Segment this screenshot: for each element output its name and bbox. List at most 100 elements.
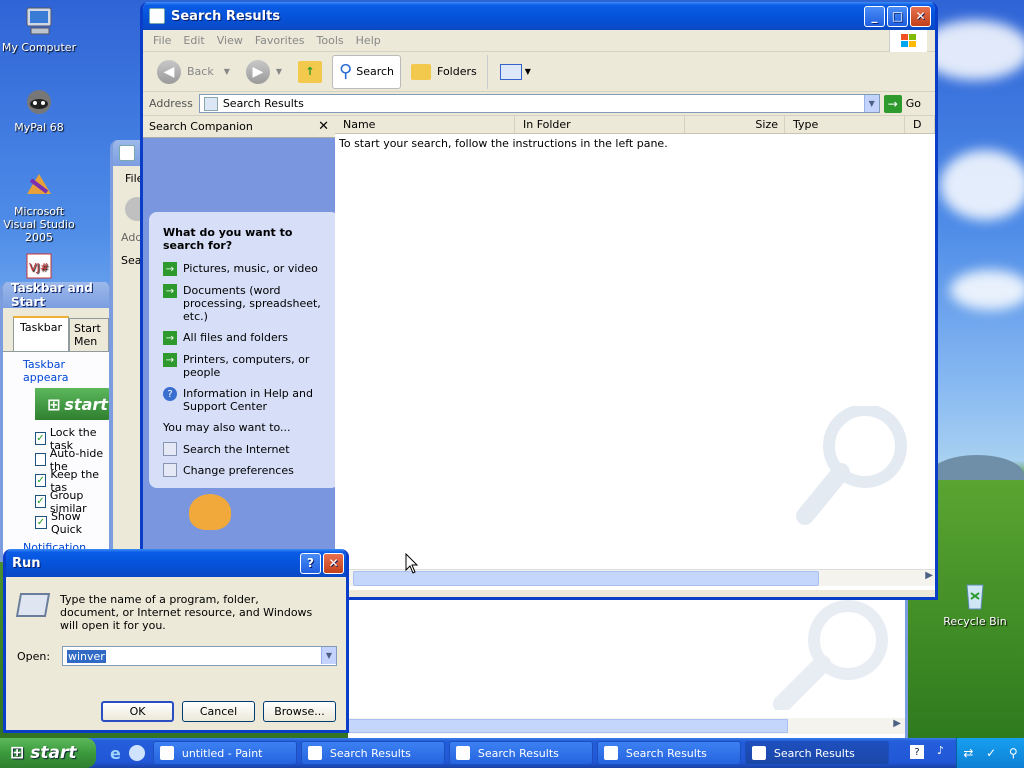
forward-button[interactable]: ▶ ▼ bbox=[240, 55, 288, 89]
open-input-value[interactable]: winver bbox=[67, 649, 106, 663]
menu-edit[interactable]: Edit bbox=[183, 34, 204, 47]
desktop-icon-label: MyPal 68 bbox=[14, 121, 64, 134]
go-arrow-icon: → bbox=[883, 94, 902, 113]
start-button[interactable]: ⊞ start bbox=[0, 738, 96, 768]
search-results-titlebar[interactable]: Search Results _ □ ✕ bbox=[143, 2, 935, 30]
tray-search-icon[interactable]: ⚲ bbox=[1009, 746, 1018, 760]
checkbox-row[interactable]: ✓ Show Quick bbox=[35, 510, 109, 536]
taskbar-item[interactable]: Search Results bbox=[744, 741, 889, 765]
back-button[interactable]: ◀ Back ▼ bbox=[151, 55, 236, 89]
desktop-icon-visual-studio[interactable]: Microsoft Visual Studio 2005 bbox=[0, 168, 78, 244]
taskbar-item-label: Search Results bbox=[773, 746, 855, 760]
scrollbar-thumb[interactable] bbox=[348, 719, 788, 733]
menu-help[interactable]: Help bbox=[356, 34, 381, 47]
search-results-window[interactable]: Search Results _ □ ✕ File Edit View Favo… bbox=[140, 2, 938, 600]
search-button[interactable]: ⚲ Search bbox=[332, 54, 402, 89]
taskbar-item[interactable]: Search Results bbox=[448, 741, 593, 765]
tab-taskbar[interactable]: Taskbar bbox=[13, 316, 69, 351]
magnifier-icon: ⚲ bbox=[339, 61, 353, 82]
checkbox-checked[interactable]: ✓ bbox=[35, 516, 47, 529]
tray-network-icon[interactable]: ⇄ bbox=[963, 746, 973, 760]
search-option-link[interactable]: → Printers, computers, or people bbox=[163, 353, 331, 379]
mypal-icon bbox=[22, 84, 56, 118]
scrollbar-thumb[interactable] bbox=[353, 571, 819, 586]
taskbar-properties-window[interactable]: Taskbar and Start Taskbar Start Men Task… bbox=[0, 282, 112, 562]
folders-label: Folders bbox=[437, 65, 477, 78]
taskbar-item[interactable]: Search Results bbox=[300, 741, 445, 765]
search-option-link[interactable]: → All files and folders bbox=[163, 331, 331, 345]
go-button[interactable]: → Go bbox=[883, 94, 921, 113]
search-option-label: Information in Help and Support Center bbox=[183, 387, 313, 413]
scroll-right-icon[interactable]: ▶ bbox=[925, 570, 933, 581]
chevron-down-icon[interactable]: ▼ bbox=[863, 95, 879, 112]
taskbar-item[interactable]: untitled - Paint bbox=[152, 741, 297, 765]
search-option-link[interactable]: → Documents (word processing, spreadsheet… bbox=[163, 284, 331, 323]
taskbar-item-label: Search Results bbox=[625, 746, 707, 760]
scroll-right-icon[interactable]: ▶ bbox=[893, 718, 901, 729]
help-icon: ? bbox=[163, 387, 177, 401]
close-icon[interactable]: ✕ bbox=[318, 119, 329, 134]
empty-results-message: To start your search, follow the instruc… bbox=[339, 137, 668, 150]
internet-search-icon bbox=[163, 442, 177, 456]
up-folder-button[interactable]: ↑ bbox=[292, 55, 328, 89]
browse-button[interactable]: Browse... bbox=[263, 701, 336, 722]
search-icon bbox=[203, 96, 218, 111]
close-button[interactable]: ✕ bbox=[910, 5, 931, 27]
minimize-button[interactable]: _ bbox=[864, 5, 885, 27]
checkbox-checked[interactable]: ✓ bbox=[35, 495, 46, 508]
tab-start-menu[interactable]: Start Men bbox=[69, 318, 109, 351]
ie-quicklaunch-icon[interactable]: e bbox=[110, 744, 121, 763]
tray-security-icon[interactable]: ✓ bbox=[986, 746, 996, 760]
also-option-link[interactable]: Change preferences bbox=[163, 463, 331, 477]
search-option-link[interactable]: → Pictures, music, or video bbox=[163, 262, 331, 276]
checkbox-checked[interactable]: ✓ bbox=[35, 432, 46, 445]
horizontal-scrollbar[interactable]: ▶ bbox=[348, 718, 905, 734]
checkbox-unchecked[interactable] bbox=[35, 453, 46, 466]
section-taskbar-appearance: Taskbar appeara bbox=[23, 358, 69, 384]
menu-tools[interactable]: Tools bbox=[317, 34, 344, 47]
also-option-label: Search the Internet bbox=[183, 442, 290, 456]
menu-bar: File Edit View Favorites Tools Help bbox=[143, 30, 935, 52]
menu-favorites[interactable]: Favorites bbox=[255, 34, 305, 47]
checkbox-checked[interactable]: ✓ bbox=[35, 474, 47, 487]
column-header[interactable]: Name bbox=[335, 116, 515, 133]
desktop-icon-mypal[interactable]: MyPal 68 bbox=[0, 84, 78, 134]
views-icon bbox=[499, 63, 522, 80]
visual-studio-icon bbox=[22, 168, 56, 202]
horizontal-scrollbar[interactable]: ▶ bbox=[335, 569, 935, 586]
cancel-button[interactable]: Cancel bbox=[182, 701, 255, 722]
open-combobox[interactable]: winver ▼ bbox=[62, 646, 337, 666]
also-option-link[interactable]: Search the Internet bbox=[163, 442, 331, 456]
menu-view[interactable]: View bbox=[217, 34, 243, 47]
start-label: start bbox=[30, 743, 77, 763]
address-field[interactable]: Search Results ▼ bbox=[198, 94, 880, 113]
run-description: Type the name of a program, folder, docu… bbox=[60, 593, 313, 632]
help-button[interactable]: ? bbox=[300, 552, 321, 574]
taskbar-item[interactable]: Search Results bbox=[596, 741, 741, 765]
maximize-button[interactable]: □ bbox=[887, 5, 908, 27]
run-titlebar[interactable]: Run ? ✕ bbox=[6, 549, 346, 577]
quicklaunch-icon[interactable] bbox=[128, 745, 145, 761]
views-button[interactable]: ▼ bbox=[486, 54, 537, 89]
desktop-icon-label: Microsoft Visual Studio 2005 bbox=[3, 205, 75, 244]
column-header[interactable]: D bbox=[905, 116, 935, 133]
desktop-icon-recycle-bin[interactable]: Recycle Bin bbox=[936, 578, 1014, 628]
help-icon[interactable]: ? bbox=[910, 745, 924, 759]
search-option-label: Pictures, music, or video bbox=[183, 262, 318, 275]
search-option-link[interactable]: ? Information in Help and Support Center bbox=[163, 387, 331, 413]
menu-file[interactable]: File bbox=[153, 34, 171, 47]
svg-text:VJ#: VJ# bbox=[29, 261, 49, 274]
close-button[interactable]: ✕ bbox=[323, 552, 344, 574]
column-header[interactable]: In Folder bbox=[515, 116, 685, 133]
column-header[interactable]: Size bbox=[685, 116, 785, 133]
chevron-down-icon[interactable]: ▼ bbox=[321, 647, 336, 664]
taskbar-properties-titlebar[interactable]: Taskbar and Start bbox=[3, 282, 109, 309]
column-header[interactable]: Type bbox=[785, 116, 905, 133]
speaker-icon[interactable]: ♪ bbox=[937, 744, 944, 757]
run-dialog[interactable]: Run ? ✕ Type the name of a program, fold… bbox=[3, 549, 349, 733]
search-companion-header: Search Companion ✕ bbox=[143, 116, 335, 138]
folders-button[interactable]: Folders bbox=[405, 55, 483, 89]
ok-button[interactable]: OK bbox=[101, 701, 174, 722]
desktop-icon-my-computer[interactable]: My Computer bbox=[0, 4, 78, 54]
results-pane: Name In Folder Size Type D To start your sea… bbox=[335, 116, 935, 590]
